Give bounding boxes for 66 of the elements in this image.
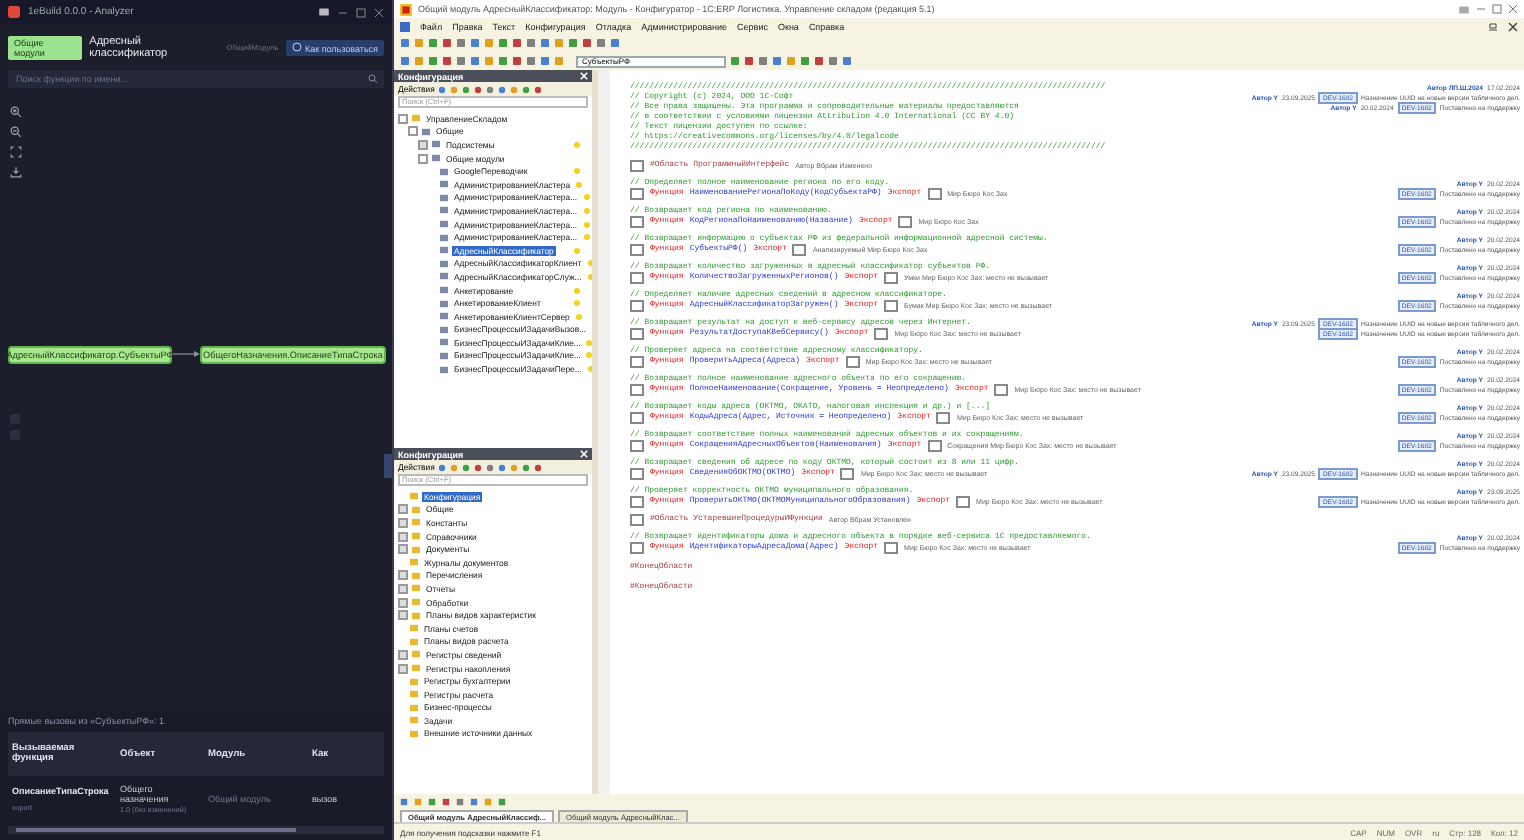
minimize-icon[interactable] (338, 7, 348, 17)
collapse-toggle[interactable] (398, 113, 408, 124)
collapse-marker[interactable] (630, 355, 644, 367)
collapse-marker[interactable] (630, 541, 644, 553)
annotation-marker (884, 271, 899, 283)
close-icon[interactable] (374, 7, 384, 17)
annotation-marker (884, 299, 899, 311)
expand-toggle[interactable] (398, 649, 408, 660)
document-icon[interactable] (400, 21, 410, 31)
expand-toggle[interactable] (398, 663, 408, 674)
expand-toggle[interactable] (398, 504, 408, 515)
collapse-marker[interactable] (630, 243, 644, 255)
annotation-marker (845, 355, 860, 367)
toggle-icon[interactable] (1458, 3, 1470, 15)
expand-toggle[interactable] (418, 139, 428, 150)
collapse-marker[interactable] (630, 383, 644, 395)
search-icon (368, 74, 378, 84)
annotation-marker (884, 541, 899, 553)
app-icon (400, 3, 412, 15)
annotation-marker (956, 495, 971, 507)
collapse-toggle[interactable] (418, 153, 428, 164)
annotation-marker (994, 383, 1009, 395)
folder-icon (412, 114, 420, 123)
annotation-marker (898, 215, 913, 227)
collapse-marker[interactable] (630, 495, 644, 507)
collapse-marker[interactable] (630, 327, 644, 339)
app-icon (8, 6, 20, 18)
close-icon[interactable] (1508, 21, 1518, 31)
expand-toggle[interactable] (398, 570, 408, 581)
annotation-marker (936, 411, 951, 423)
zoom-in-icon[interactable] (10, 106, 22, 118)
zoom-out-icon[interactable] (10, 126, 22, 138)
fit-icon[interactable] (10, 146, 22, 158)
maximize-icon[interactable] (1492, 4, 1502, 14)
support-icon (574, 141, 580, 148)
toggle-icon[interactable] (318, 6, 330, 18)
collapse-marker[interactable] (630, 159, 644, 171)
annotation-marker (927, 439, 942, 451)
connector-arrow (172, 351, 200, 357)
annotation-marker (792, 243, 807, 255)
minimize-icon[interactable] (1476, 4, 1486, 14)
annotation-marker (927, 187, 942, 199)
expand-toggle[interactable] (398, 610, 408, 621)
collapse-marker[interactable] (630, 271, 644, 283)
collapse-marker[interactable] (630, 467, 644, 479)
expand-toggle[interactable] (398, 531, 408, 542)
annotation-marker (840, 467, 855, 479)
maximize-icon[interactable] (356, 7, 366, 17)
collapse-marker[interactable] (630, 439, 644, 451)
expand-toggle[interactable] (398, 517, 408, 528)
collapse-marker[interactable] (630, 513, 644, 525)
expand-toggle[interactable] (398, 583, 408, 594)
collapse-marker[interactable] (630, 299, 644, 311)
download-icon[interactable] (10, 166, 22, 178)
scrollbar[interactable] (8, 826, 384, 834)
collapse-marker[interactable] (630, 215, 644, 227)
restore-icon[interactable] (1488, 21, 1498, 31)
help-icon (292, 42, 303, 52)
collapse-marker[interactable] (630, 411, 644, 423)
expand-toggle[interactable] (398, 597, 408, 608)
annotation-marker (874, 327, 889, 339)
close-icon[interactable] (1508, 4, 1518, 14)
collapse-marker[interactable] (630, 187, 644, 199)
expand-toggle[interactable] (398, 544, 408, 555)
panel-handle[interactable] (384, 454, 392, 478)
collapse-toggle[interactable] (408, 126, 418, 137)
